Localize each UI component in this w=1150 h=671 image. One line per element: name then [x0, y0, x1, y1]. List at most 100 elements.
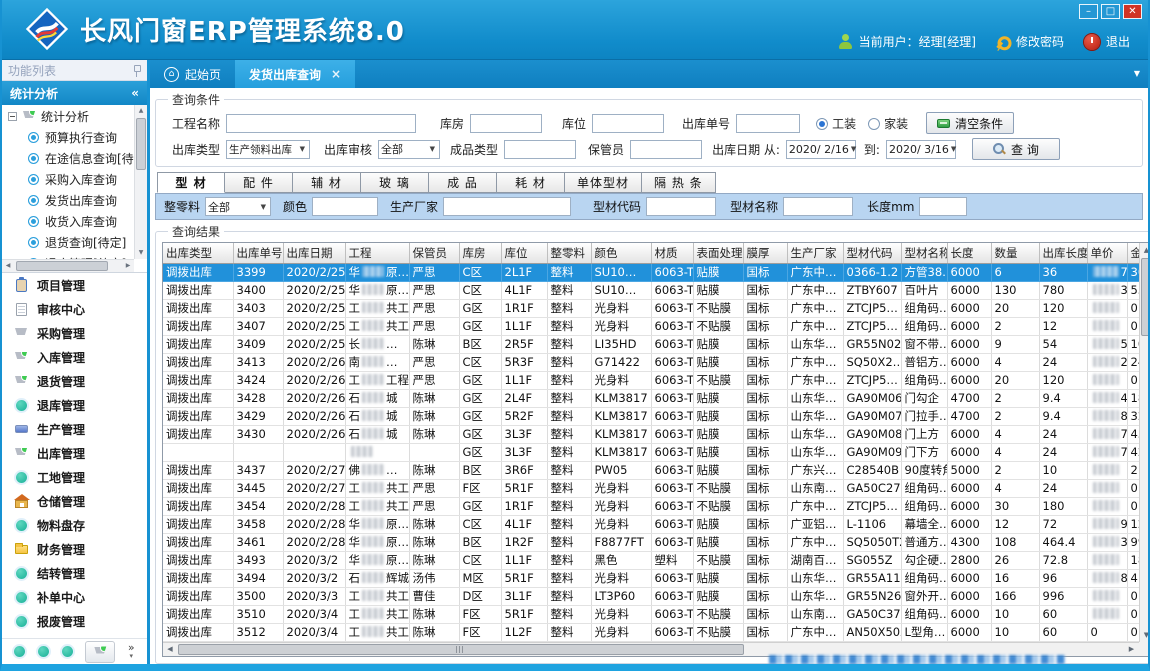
warehouse-input[interactable]	[470, 114, 542, 133]
table-row[interactable]: 调拨出库34032020/2/25工共工程严思G区1R1F整料光身料6063-T…	[163, 299, 1150, 317]
table-row[interactable]: 调拨出库34002020/2/25华原…严思C区4L1F整料SU10…6063-…	[163, 281, 1150, 299]
product-type-input[interactable]	[504, 140, 576, 159]
table-row[interactable]: 调拨出库34072020/2/25工共工程严思G区1L1F整料光身料6063-T…	[163, 317, 1150, 335]
name-input[interactable]	[783, 197, 853, 216]
length-input[interactable]	[919, 197, 967, 216]
maker-input[interactable]	[443, 197, 571, 216]
radio-work-icon[interactable]	[816, 118, 828, 130]
column-header[interactable]: 型材名称	[901, 243, 947, 263]
material-tab[interactable]: 辅 材	[293, 172, 361, 193]
tree-item[interactable]: 在途信息查询[待	[2, 148, 134, 169]
collapse-icon[interactable]: «	[131, 86, 139, 100]
grid-vertical-scrollbar[interactable]: ▲▼	[1139, 243, 1150, 642]
column-header[interactable]: 出库类型	[163, 243, 233, 263]
material-tab[interactable]: 配 件	[225, 172, 293, 193]
column-header[interactable]: 材质	[651, 243, 693, 263]
table-row[interactable]: 调拨出库34282020/2/26石城陈琳G区2L4F整料KLM38176063…	[163, 389, 1150, 407]
table-row[interactable]: 调拨出库34132020/2/26南…严思C区5R3F整料G714226063-…	[163, 353, 1150, 371]
sidebar-item[interactable]: 审核中心	[2, 297, 147, 321]
table-row[interactable]: 调拨出库33992020/2/25华原…严思C区2L1F整料SU10…6063-…	[163, 263, 1150, 281]
column-header[interactable]: 出库单号	[233, 243, 283, 263]
sidebar-item[interactable]: 退货管理	[2, 369, 147, 393]
module-dot-icon[interactable]	[62, 646, 73, 657]
logout-button[interactable]: 退出	[1084, 33, 1130, 50]
change-password-button[interactable]: 修改密码	[996, 33, 1064, 50]
column-header[interactable]: 长度	[947, 243, 991, 263]
column-header[interactable]: 保管员	[409, 243, 459, 263]
tree-horizontal-scrollbar[interactable]: ◀▶	[2, 259, 134, 272]
column-header[interactable]: 颜色	[591, 243, 651, 263]
close-button[interactable]: ✕	[1123, 4, 1142, 19]
project-name-input[interactable]	[226, 114, 416, 133]
sidebar-item[interactable]: 物料盘存	[2, 513, 147, 537]
column-header[interactable]: 型材代码	[843, 243, 901, 263]
clear-conditions-button[interactable]: 清空条件	[926, 112, 1014, 134]
material-tab[interactable]: 成 品	[429, 172, 497, 193]
tree-item[interactable]: 预算执行查询	[2, 127, 134, 148]
column-header[interactable]: 生产厂家	[787, 243, 843, 263]
sidebar-item[interactable]: 仓储管理	[2, 489, 147, 513]
table-row[interactable]: 调拨出库34932020/3/2华原…陈琳C区1L1F整料黑色塑料不贴膜国标湖南…	[163, 551, 1150, 569]
table-row[interactable]: G区3L3F整料KLM38176063-T5贴膜国标山东华…GA90M09…门下…	[163, 443, 1150, 461]
sidebar-item[interactable]: 补单中心	[2, 585, 147, 609]
table-row[interactable]: 调拨出库35002020/3/3工共工程曹佳D区3L1F整料LT3P606063…	[163, 587, 1150, 605]
code-input[interactable]	[646, 197, 716, 216]
date-to-select[interactable]: 2020/ 3/16▼	[886, 140, 956, 159]
collapse-node-icon[interactable]	[8, 112, 17, 121]
table-row[interactable]: 调拨出库34582020/2/28华原…陈琳C区4L1F整料光身料6063-T5…	[163, 515, 1150, 533]
material-tab[interactable]: 耗 材	[497, 172, 565, 193]
cart-shortcut-button[interactable]	[85, 641, 115, 663]
keeper-input[interactable]	[630, 140, 702, 159]
whole-select[interactable]: 全部▼	[205, 197, 271, 216]
module-dot-icon[interactable]	[14, 646, 25, 657]
column-header[interactable]: 表面处理	[693, 243, 743, 263]
sidebar-item[interactable]: 采购管理	[2, 321, 147, 345]
out-type-select[interactable]: 生产领料出库▼	[226, 140, 310, 159]
search-button[interactable]: 查 询	[972, 138, 1060, 160]
tree-root[interactable]: 统计分析	[2, 105, 134, 127]
more-modules-button[interactable]: »▾	[128, 643, 135, 661]
tab-shipment-query[interactable]: 发货出库查询 ×	[235, 60, 355, 88]
column-header[interactable]: 膜厚	[743, 243, 787, 263]
table-row[interactable]: 调拨出库34542020/2/28工共工程严思G区1R1F整料光身料6063-T…	[163, 497, 1150, 515]
sidebar-item[interactable]: 退库管理	[2, 393, 147, 417]
radio-home[interactable]: 家装	[868, 115, 908, 132]
tree-item[interactable]: 收货入库查询	[2, 211, 134, 232]
grid-horizontal-scrollbar[interactable]: ◀▶	[163, 642, 1139, 656]
material-tab[interactable]: 玻 璃	[361, 172, 429, 193]
sidebar-item[interactable]: 报废管理	[2, 609, 147, 633]
material-tab[interactable]: 型 材	[157, 172, 225, 193]
column-header[interactable]: 数量	[991, 243, 1039, 263]
tree-item[interactable]: 发货出库查询	[2, 190, 134, 211]
table-row[interactable]: 调拨出库34092020/2/25长…陈琳B区2R5F整料LI35HD6063-…	[163, 335, 1150, 353]
audit-select[interactable]: 全部▼	[378, 140, 440, 159]
sidebar-item[interactable]: 工地管理	[2, 465, 147, 489]
table-row[interactable]: 调拨出库34942020/3/2石辉城汤伟M区5R1F整料光身料6063-T5贴…	[163, 569, 1150, 587]
order-no-input[interactable]	[736, 114, 800, 133]
table-row[interactable]: 调拨出库35102020/3/4工共工程陈琳F区5R1F整料光身料6063-T5…	[163, 605, 1150, 623]
sidebar-item[interactable]: 财务管理	[2, 537, 147, 561]
maximize-button[interactable]: □	[1101, 4, 1120, 19]
column-header[interactable]: 出库长度	[1039, 243, 1087, 263]
sidebar-item[interactable]: 结转管理	[2, 561, 147, 585]
column-header[interactable]: 库位	[501, 243, 547, 263]
table-row[interactable]: 调拨出库35122020/3/4工共工程陈琳F区1L2F整料光身料6063-T5…	[163, 623, 1150, 641]
table-row[interactable]: 调拨出库34612020/2/28华原…陈琳B区1R2F整料F8877FT606…	[163, 533, 1150, 551]
date-from-select[interactable]: 2020/ 2/16▼	[786, 140, 856, 159]
pin-icon[interactable]	[132, 64, 141, 77]
table-row[interactable]: 调拨出库34302020/2/26石城陈琳G区3L3F整料KLM38176063…	[163, 425, 1150, 443]
group-header[interactable]: 统计分析 «	[2, 81, 147, 105]
column-header[interactable]: 整零料	[547, 243, 591, 263]
column-header[interactable]: 工程	[345, 243, 409, 263]
tree-vertical-scrollbar[interactable]: ▲▼	[134, 105, 147, 259]
table-row[interactable]: 调拨出库34242020/2/26工工程严思G区1L1F整料光身料6063-T5…	[163, 371, 1150, 389]
radio-work[interactable]: 工装	[816, 115, 856, 132]
sidebar-item[interactable]: 出库管理	[2, 441, 147, 465]
sidebar-item[interactable]: 生产管理	[2, 417, 147, 441]
column-header[interactable]: 单价	[1087, 243, 1127, 263]
tab-list-caret-icon[interactable]: ▼	[1134, 69, 1140, 78]
radio-home-icon[interactable]	[868, 118, 880, 130]
table-row[interactable]: 调拨出库34372020/2/27佛…陈琳B区3R6F整料PW056063-T5…	[163, 461, 1150, 479]
table-row[interactable]: 调拨出库34292020/2/26石城陈琳G区5R2F整料KLM38176063…	[163, 407, 1150, 425]
material-tab[interactable]: 隔 热 条	[642, 172, 716, 193]
